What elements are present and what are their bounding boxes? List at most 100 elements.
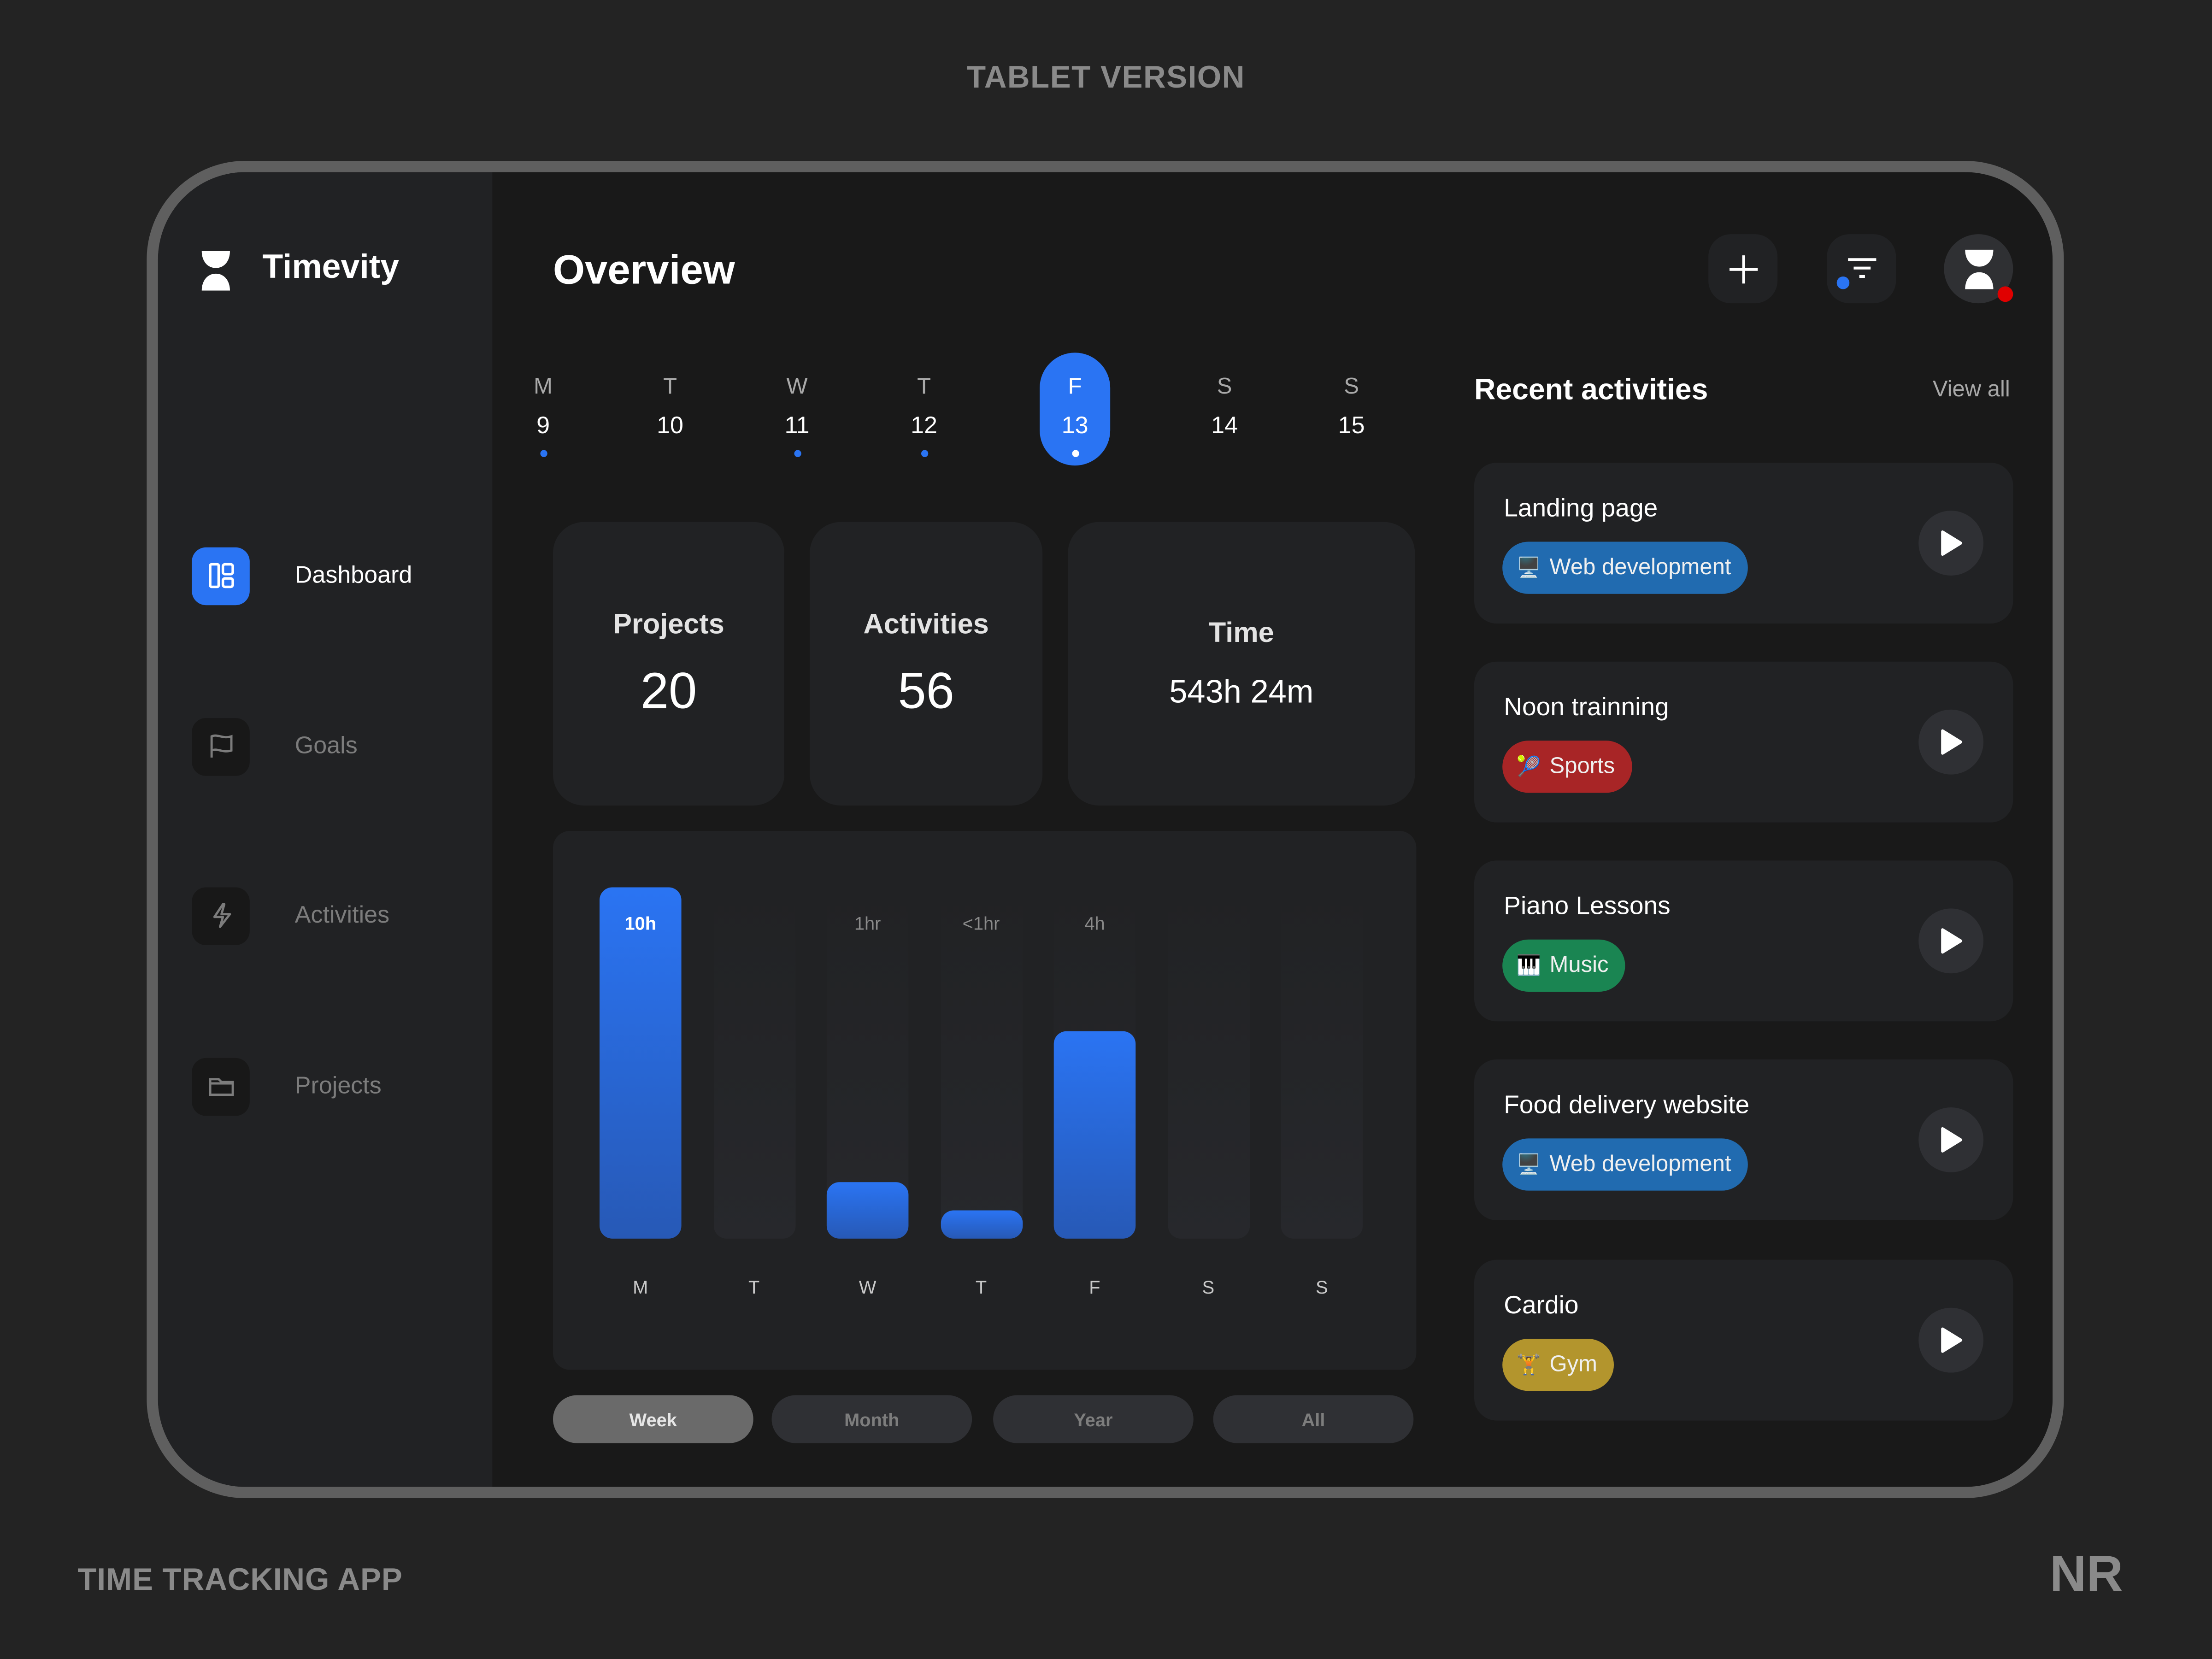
activity-name: Landing page xyxy=(1504,494,1658,522)
folder-icon xyxy=(192,1057,250,1115)
x-tick-label: T xyxy=(748,1277,760,1298)
bar-4[interactable] xyxy=(1053,1031,1136,1239)
filter-icon xyxy=(1847,257,1876,277)
bar-2[interactable] xyxy=(826,1182,909,1239)
play-icon xyxy=(1941,530,1963,556)
day-10[interactable]: T 10 xyxy=(635,353,706,465)
bar-value-label: 1hr xyxy=(854,912,881,934)
stat-value: 56 xyxy=(898,661,954,720)
bar-value-label: 10h xyxy=(624,912,657,934)
profile-avatar[interactable] xyxy=(1944,234,2013,304)
stat-value: 20 xyxy=(640,661,697,720)
bar-track xyxy=(826,887,909,1239)
sidebar-item-label: Goals xyxy=(294,732,358,759)
plus-icon xyxy=(1729,254,1757,283)
x-tick-label: S xyxy=(1202,1277,1215,1298)
tab-month[interactable]: Month xyxy=(771,1395,972,1443)
day-letter: T xyxy=(663,375,677,400)
play-button[interactable] xyxy=(1918,1307,1984,1373)
sidebar: Timevity Dashboard Goals Activities Proj… xyxy=(158,172,493,1487)
stat-value: 543h 24m xyxy=(1169,673,1314,710)
sidebar-item-goals[interactable]: Goals xyxy=(192,717,474,776)
activity-card[interactable]: Noon trainning 🎾 Sports xyxy=(1474,661,2013,823)
bar-0[interactable] xyxy=(600,887,682,1239)
activity-dot xyxy=(539,450,547,457)
filter-button[interactable] xyxy=(1827,234,1896,304)
play-icon xyxy=(1941,729,1963,755)
view-all-link[interactable]: View all xyxy=(1933,378,2010,403)
activity-name: Noon trainning xyxy=(1504,693,1669,721)
activity-card[interactable]: Food delivery website 🖥️ Web development xyxy=(1474,1059,2013,1220)
bar-track xyxy=(713,887,795,1239)
category-label: Gym xyxy=(1549,1352,1597,1377)
category-label: Web development xyxy=(1549,1152,1731,1176)
day-letter: M xyxy=(534,375,553,400)
category-label: Web development xyxy=(1549,555,1731,579)
play-button[interactable] xyxy=(1918,709,1984,775)
bar-3[interactable] xyxy=(940,1210,1022,1239)
day-number: 9 xyxy=(536,412,550,439)
category-tag: 🖥️ Web development xyxy=(1502,541,1748,594)
activity-dot xyxy=(1071,450,1079,457)
recent-activities-title: Recent activities xyxy=(1474,374,1708,406)
stat-label: Projects xyxy=(613,609,724,641)
hourglass-avatar-icon xyxy=(1964,249,1993,289)
category-tag: 🖥️ Web development xyxy=(1502,1138,1748,1191)
category-label: Sports xyxy=(1549,754,1615,778)
play-button[interactable] xyxy=(1918,908,1984,974)
flag-icon xyxy=(192,717,250,776)
tab-week[interactable]: Week xyxy=(553,1395,753,1443)
activity-card[interactable]: Cardio 🏋️ Gym xyxy=(1474,1259,2013,1421)
tablet-frame: Timevity Dashboard Goals Activities Proj… xyxy=(147,160,2064,1498)
play-button[interactable] xyxy=(1918,1107,1984,1172)
day-number: 10 xyxy=(657,412,684,439)
day-12[interactable]: T 12 xyxy=(889,353,959,465)
stat-label: Activities xyxy=(863,609,989,641)
play-icon xyxy=(1941,1327,1963,1353)
day-13[interactable]: F 13 xyxy=(1040,353,1111,466)
x-tick-label: W xyxy=(859,1277,877,1298)
stat-card-projects: Projects 20 xyxy=(553,522,785,806)
day-number: 13 xyxy=(1061,412,1088,439)
bar-value-label: <1hr xyxy=(962,912,1000,934)
day-14[interactable]: S 14 xyxy=(1189,353,1260,465)
play-icon xyxy=(1941,1127,1963,1153)
bar-track xyxy=(1167,887,1249,1239)
day-number: 12 xyxy=(911,412,938,439)
x-tick-label: M xyxy=(633,1277,648,1298)
day-letter: T xyxy=(917,375,931,400)
add-button[interactable] xyxy=(1708,234,1778,304)
sidebar-item-label: Dashboard xyxy=(294,561,412,588)
play-button[interactable] xyxy=(1918,511,1984,576)
filter-badge xyxy=(1836,276,1850,289)
day-9[interactable]: M9 xyxy=(508,353,578,465)
activity-card[interactable]: Landing page 🖥️ Web development xyxy=(1474,463,2013,624)
day-number: 11 xyxy=(784,412,810,439)
sidebar-item-dashboard[interactable]: Dashboard xyxy=(192,546,474,606)
stat-card-time: Time 543h 24m xyxy=(1068,522,1415,806)
category-tag: 🎾 Sports xyxy=(1502,741,1632,793)
sidebar-item-activities[interactable]: Activities xyxy=(192,886,474,945)
dashboard-icon xyxy=(192,547,250,605)
tab-year[interactable]: Year xyxy=(993,1395,1194,1443)
sidebar-item-projects[interactable]: Projects xyxy=(192,1057,474,1116)
day-11[interactable]: W 11 xyxy=(762,353,832,465)
play-icon xyxy=(1941,928,1963,954)
day-15[interactable]: S 15 xyxy=(1316,353,1387,465)
category-emoji-icon: 🎾 xyxy=(1516,754,1541,777)
app-name: Timevity xyxy=(262,248,400,287)
bar-value-label: 4h xyxy=(1084,912,1105,934)
category-tag: 🎹 Music xyxy=(1502,939,1626,992)
bar-track xyxy=(1281,887,1363,1239)
page-heading: TABLET VERSION xyxy=(967,59,1245,95)
weekly-hours-chart: 10h M T 1hr W <1hr T 4h F S S xyxy=(553,831,1417,1370)
activity-card[interactable]: Piano Lessons 🎹 Music xyxy=(1474,860,2013,1022)
footer-caption: TIME TRACKING APP xyxy=(77,1561,403,1597)
category-emoji-icon: 🖥️ xyxy=(1516,556,1541,579)
lightning-icon xyxy=(192,886,250,945)
day-letter: F xyxy=(1068,375,1082,400)
category-emoji-icon: 🖥️ xyxy=(1516,1153,1541,1175)
tab-all[interactable]: All xyxy=(1213,1395,1414,1443)
category-label: Music xyxy=(1549,953,1609,977)
x-tick-label: S xyxy=(1316,1277,1328,1298)
